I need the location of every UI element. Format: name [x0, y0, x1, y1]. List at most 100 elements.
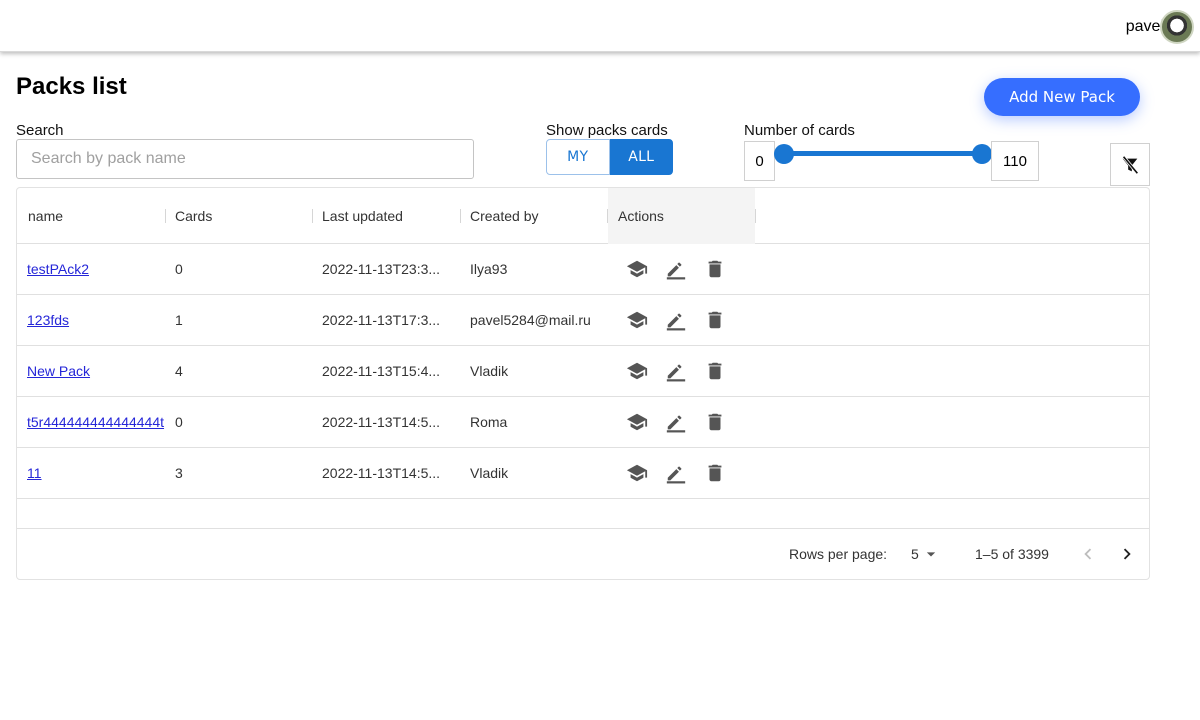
last-updated-cell: 2022-11-13T14:5...: [322, 414, 441, 430]
slider-track: [784, 151, 982, 156]
slider-thumb-min[interactable]: [774, 144, 794, 164]
pack-name-link[interactable]: testPAck2: [27, 261, 89, 277]
column-header-actions[interactable]: Actions: [618, 188, 664, 244]
cards-count-cell: 1: [175, 312, 183, 328]
column-header-name[interactable]: name: [28, 188, 63, 244]
column-header-created-by[interactable]: Created by: [470, 188, 538, 244]
cards-count-cell: 3: [175, 465, 183, 481]
edit-pencil-icon: [666, 262, 686, 280]
learn-button[interactable]: [625, 410, 649, 434]
edit-pencil-icon: [666, 364, 686, 382]
learn-button[interactable]: [625, 257, 649, 281]
cards-min-value: 0: [744, 141, 775, 181]
trash-icon: [708, 260, 722, 278]
empty-row: [17, 499, 1149, 529]
delete-button[interactable]: [703, 461, 727, 485]
filter-off-icon: [1122, 155, 1139, 174]
last-updated-cell: 2022-11-13T23:3...: [322, 261, 441, 277]
pack-name-link[interactable]: t5r444444444444444t: [27, 414, 164, 430]
row-actions: [625, 346, 742, 396]
pack-name-cell: testPAck2: [27, 244, 165, 294]
edit-pencil-icon: [666, 415, 686, 433]
cards-count-cell: 0: [175, 261, 183, 277]
toggle-my-button[interactable]: MY: [546, 139, 610, 175]
user-menu[interactable]: pavel: [1126, 10, 1194, 44]
trash-icon: [708, 464, 722, 482]
search-label: Search: [16, 122, 64, 139]
previous-page-button[interactable]: [1076, 542, 1100, 566]
edit-pencil-icon: [666, 313, 686, 331]
search-input[interactable]: [16, 139, 474, 179]
edit-button[interactable]: [664, 308, 688, 332]
learn-button[interactable]: [625, 359, 649, 383]
column-separator[interactable]: [755, 209, 756, 223]
learn-button[interactable]: [625, 308, 649, 332]
pack-name-cell: 123fds: [27, 295, 165, 345]
column-separator[interactable]: [460, 209, 461, 223]
delete-button[interactable]: [703, 308, 727, 332]
number-of-cards-label: Number of cards: [744, 122, 855, 139]
delete-button[interactable]: [703, 410, 727, 434]
table-row: t5r444444444444444t 0 2022-11-13T14:5... Ro…: [17, 397, 1149, 448]
user-name: pavel: [1125, 18, 1164, 35]
chevron-right-icon: [1123, 548, 1131, 560]
delete-button[interactable]: [703, 359, 727, 383]
table-row: testPAck2 0 2022-11-13T23:3... Ilya93: [17, 244, 1149, 295]
toggle-all-button[interactable]: ALL: [609, 139, 673, 175]
column-separator[interactable]: [165, 209, 166, 223]
pack-name-cell: 11: [27, 448, 165, 498]
table-row: 11 3 2022-11-13T14:5... Vladik: [17, 448, 1149, 499]
cards-range-slider[interactable]: [774, 144, 992, 164]
pagination: Rows per page: 5 1–5 of 3399: [17, 528, 1149, 580]
slider-thumb-max[interactable]: [972, 144, 992, 164]
created-by-cell: pavel5284@mail.ru: [470, 312, 591, 328]
table-row: New Pack 4 2022-11-13T15:4... Vladik: [17, 346, 1149, 397]
created-by-cell: Vladik: [470, 465, 509, 481]
row-actions: [625, 397, 742, 447]
column-separator[interactable]: [607, 209, 608, 223]
top-bar: pavel: [0, 0, 1200, 52]
column-separator[interactable]: [312, 209, 313, 223]
trash-icon: [708, 311, 722, 329]
table-header: name Cards Last updated Created by Actio…: [17, 188, 1149, 244]
add-new-pack-button[interactable]: Add New Pack: [984, 78, 1140, 116]
created-by-cell: Vladik: [470, 363, 509, 379]
last-updated-cell: 2022-11-13T17:3...: [322, 312, 441, 328]
delete-button[interactable]: [703, 257, 727, 281]
rows-per-page-select[interactable]: 5: [911, 528, 941, 580]
chevron-left-icon: [1084, 548, 1092, 560]
row-actions: [625, 295, 742, 345]
edit-button[interactable]: [664, 257, 688, 281]
column-header-last-updated[interactable]: Last updated: [322, 188, 403, 244]
learn-cap-icon: [626, 260, 648, 278]
cards-count-cell: 4: [175, 363, 183, 379]
rows-per-page-value: 5: [911, 546, 919, 562]
rows-per-page-label: Rows per page:: [789, 546, 888, 562]
cards-count-cell: 0: [175, 414, 183, 430]
last-updated-cell: 2022-11-13T14:5...: [322, 465, 441, 481]
created-by-cell: Roma: [470, 414, 508, 430]
next-page-button[interactable]: [1115, 542, 1139, 566]
show-packs-toggle: MY ALL: [546, 139, 673, 175]
column-header-cards[interactable]: Cards: [175, 188, 212, 244]
chevron-down-icon: [926, 552, 935, 557]
pack-name-link[interactable]: New Pack: [27, 363, 90, 379]
page-title: Packs list: [16, 73, 127, 100]
avatar[interactable]: [1160, 10, 1194, 44]
trash-icon: [708, 413, 722, 431]
trash-icon: [708, 362, 722, 380]
pack-name-cell: t5r444444444444444t: [27, 397, 165, 447]
learn-button[interactable]: [625, 461, 649, 485]
edit-button[interactable]: [664, 461, 688, 485]
pack-name-link[interactable]: 123fds: [27, 312, 69, 328]
reset-filter-button[interactable]: [1110, 143, 1150, 186]
edit-button[interactable]: [664, 359, 688, 383]
learn-cap-icon: [626, 464, 648, 482]
pack-name-link[interactable]: 11: [27, 465, 42, 481]
created-by-cell: Ilya93: [470, 261, 508, 277]
learn-cap-icon: [626, 413, 648, 431]
last-updated-cell: 2022-11-13T15:4...: [322, 363, 441, 379]
packs-table: name Cards Last updated Created by Actio…: [16, 187, 1150, 580]
table-row: 123fds 1 2022-11-13T17:3... pavel5284@mail.…: [17, 295, 1149, 346]
edit-button[interactable]: [664, 410, 688, 434]
